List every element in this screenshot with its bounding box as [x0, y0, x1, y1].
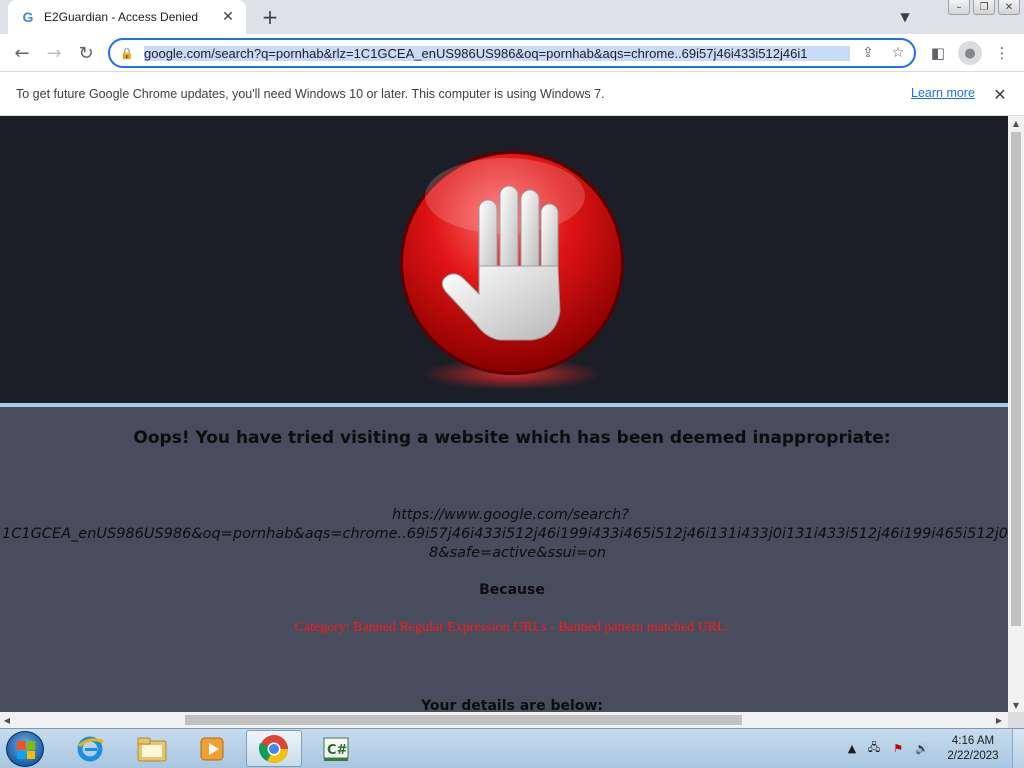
svg-text:C#: C#: [327, 743, 348, 758]
blocked-url-line-3: 8&safe=active&ssui=on: [429, 545, 607, 561]
forward-arrow-icon[interactable]: →: [42, 41, 66, 65]
scrollbar-corner: [1008, 712, 1024, 728]
google-chrome-icon[interactable]: [246, 730, 302, 767]
media-player-icon[interactable]: [184, 730, 240, 767]
windows-logo-icon: [17, 741, 35, 759]
scroll-left-icon[interactable]: ◀: [0, 712, 14, 728]
reload-icon[interactable]: ↻: [74, 41, 98, 65]
csharp-editor-icon[interactable]: C#: [308, 730, 364, 767]
scroll-down-icon[interactable]: ▼: [1008, 698, 1024, 712]
browser-tab[interactable]: G E2Guardian - Access Denied ✕: [8, 0, 246, 34]
hero-banner: [0, 116, 1008, 403]
tab-strip: G E2Guardian - Access Denied ✕ + ▼ – ❐ ✕: [0, 0, 1024, 34]
new-tab-button[interactable]: +: [258, 5, 282, 29]
show-hidden-icons-icon[interactable]: ▲: [844, 740, 860, 756]
close-window-button[interactable]: ✕: [998, 0, 1020, 15]
internet-explorer-icon[interactable]: [62, 730, 118, 767]
lock-icon[interactable]: 🔒: [120, 46, 134, 60]
profile-avatar-icon[interactable]: ●: [958, 41, 982, 65]
clock-time: 4:16 AM: [951, 735, 995, 747]
bookmark-star-icon[interactable]: ☆: [886, 41, 910, 65]
horizontal-scrollbar[interactable]: ◀ ▶: [0, 712, 1008, 728]
window-controls: – ❐ ✕: [945, 0, 1020, 15]
google-favicon-icon: G: [22, 9, 34, 25]
vertical-scroll-thumb[interactable]: [1011, 132, 1021, 626]
system-clock[interactable]: 4:16 AM 2/22/2023: [940, 734, 1006, 764]
learn-more-link[interactable]: Learn more: [911, 86, 975, 100]
minimize-button[interactable]: –: [948, 0, 970, 15]
address-url[interactable]: google.com/search?q=pornhab&rlz=1C1GCEA_…: [144, 45, 850, 61]
menu-kebab-icon[interactable]: ⋮: [990, 41, 1014, 65]
horizontal-scroll-thumb[interactable]: [185, 715, 742, 725]
because-label: Because: [479, 582, 545, 598]
browser-toolbar: ← → ↻ 🔒 google.com/search?q=pornhab&rlz=…: [0, 34, 1024, 72]
address-bar[interactable]: 🔒 google.com/search?q=pornhab&rlz=1C1GCE…: [108, 38, 916, 68]
close-tab-icon[interactable]: ✕: [220, 9, 236, 25]
vertical-scrollbar[interactable]: ▲ ▼: [1008, 116, 1024, 712]
stop-hand-icon: [400, 151, 624, 390]
side-panel-icon[interactable]: ◧: [926, 41, 950, 65]
action-center-flag-icon[interactable]: ⚑: [890, 740, 906, 756]
clock-date: 2/22/2023: [947, 750, 999, 762]
blocked-url-line-1: https://www.google.com/search?: [392, 507, 629, 523]
restore-button[interactable]: ❐: [973, 0, 995, 15]
back-arrow-icon[interactable]: ←: [10, 41, 34, 65]
infobar-message: To get future Google Chrome updates, you…: [16, 86, 605, 101]
volume-icon[interactable]: 🔊: [914, 740, 930, 756]
block-reason: Category: Banned Regular Expression URLs…: [294, 620, 730, 635]
hero-divider: [0, 403, 1008, 407]
tab-search-chevron-icon[interactable]: ▼: [895, 7, 915, 27]
windows-taskbar: C# ▲ 🖧 ⚑ 🔊 4:16 AM 2/22/2023: [0, 728, 1024, 768]
close-infobar-icon[interactable]: ✕: [990, 84, 1010, 104]
block-heading: Oops! You have tried visiting a website …: [133, 428, 891, 448]
file-explorer-icon[interactable]: [124, 730, 180, 767]
tab-title: E2Guardian - Access Denied: [44, 10, 199, 24]
show-desktop-button[interactable]: [1012, 729, 1024, 768]
details-heading: Your details are below:: [421, 698, 603, 712]
network-icon[interactable]: 🖧: [866, 740, 882, 756]
scroll-up-icon[interactable]: ▲: [1008, 116, 1024, 130]
page-viewport: Oops! You have tried visiting a website …: [0, 116, 1008, 712]
share-icon[interactable]: ⇪: [856, 41, 880, 65]
update-infobar: To get future Google Chrome updates, you…: [0, 72, 1024, 116]
start-button[interactable]: [6, 731, 44, 767]
blocked-url-line-2: 1C1GCEA_enUS986US986&oq=pornhab&aqs=chro…: [2, 526, 1008, 542]
scroll-right-icon[interactable]: ▶: [992, 712, 1006, 728]
